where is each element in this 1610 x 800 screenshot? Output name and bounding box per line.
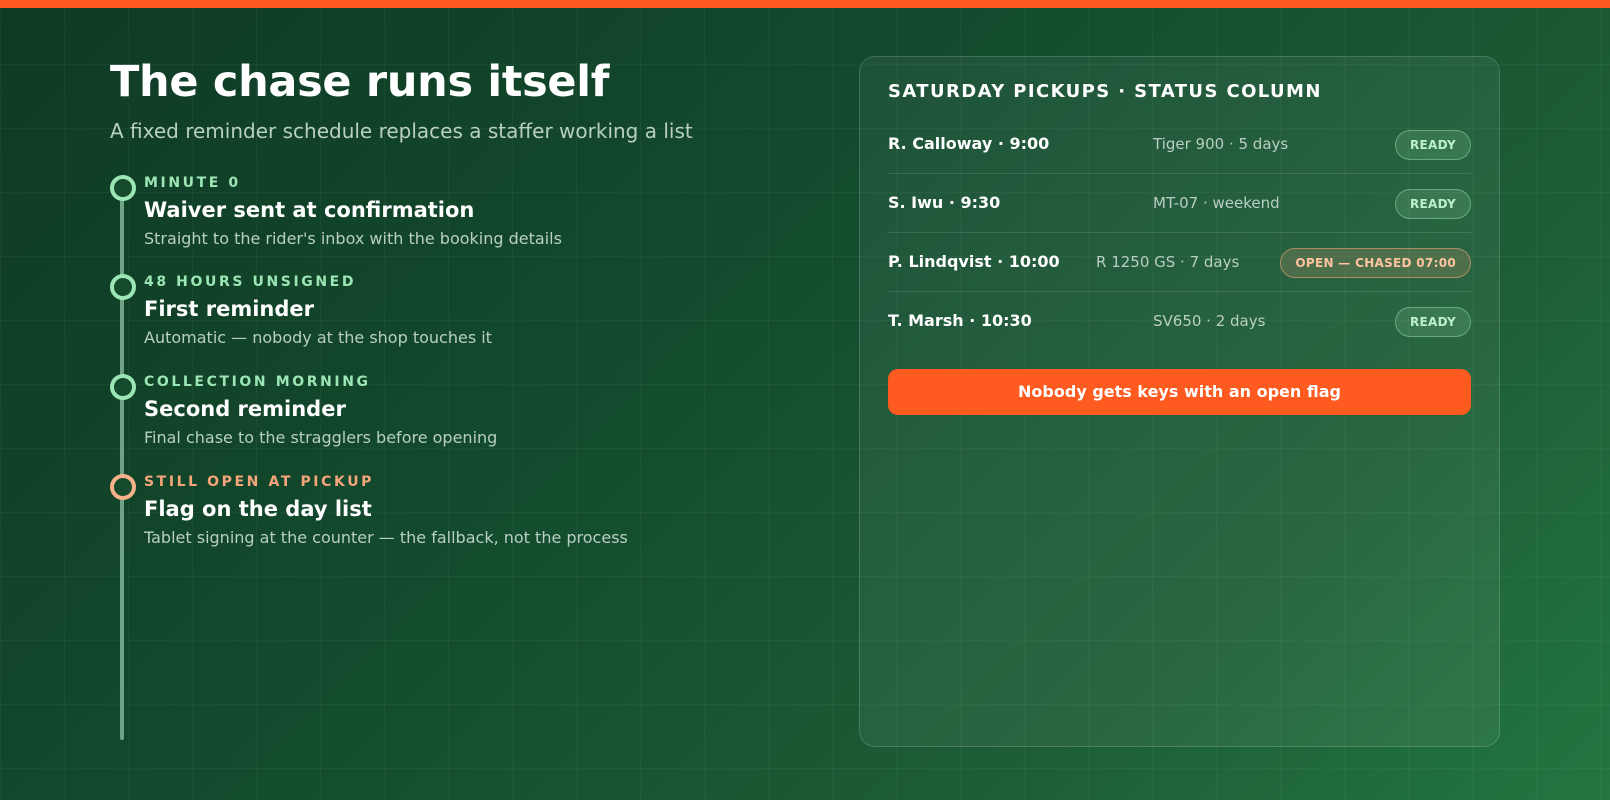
- bike-rental-duration: R 1250 GS · 7 days: [1096, 253, 1240, 271]
- rider-name-time: T. Marsh · 10:30: [888, 311, 1032, 330]
- step-title: Second reminder: [144, 397, 346, 421]
- reminder-timeline: MINUTE 0 Waiver sent at confirmation Str…: [110, 174, 770, 800]
- step-kicker: MINUTE 0: [144, 175, 241, 191]
- pickup-row[interactable]: T. Marsh · 10:30 SV650 · 2 days READY: [888, 292, 1471, 351]
- step-kicker: STILL OPEN AT PICKUP: [144, 474, 375, 490]
- bike-rental-duration: Tiger 900 · 5 days: [1153, 135, 1289, 153]
- step-description: Straight to the rider's inbox with the b…: [144, 229, 562, 248]
- step-title: First reminder: [144, 297, 315, 321]
- step-warning-circle-icon: [110, 474, 136, 500]
- bike-rental-duration: MT-07 · weekend: [1153, 194, 1280, 212]
- panel-heading: SATURDAY PICKUPS · STATUS COLUMN: [888, 81, 1322, 102]
- step-circle-icon: [110, 374, 136, 400]
- step-description: Automatic — nobody at the shop touches i…: [144, 328, 492, 347]
- open-flag-cta-button[interactable]: Nobody gets keys with an open flag: [888, 369, 1471, 415]
- page-title: The chase runs itself: [110, 57, 610, 107]
- pickup-row[interactable]: R. Calloway · 9:00 Tiger 900 · 5 days RE…: [888, 115, 1471, 174]
- status-badge: READY: [1394, 130, 1471, 160]
- page-subtitle: A fixed reminder schedule replaces a sta…: [110, 119, 693, 143]
- pickup-status-panel: SATURDAY PICKUPS · STATUS COLUMN R. Call…: [859, 56, 1500, 747]
- rider-name-time: R. Calloway · 9:00: [888, 134, 1050, 153]
- pickup-row[interactable]: P. Lindqvist · 10:00 R 1250 GS · 7 days …: [888, 233, 1471, 292]
- rider-name-time: S. Iwu · 9:30: [888, 193, 1001, 212]
- left-column: The chase runs itself A fixed reminder s…: [110, 56, 750, 740]
- step-title: Flag on the day list: [144, 497, 372, 521]
- bike-rental-duration: SV650 · 2 days: [1153, 312, 1266, 330]
- status-badge: READY: [1394, 189, 1471, 219]
- status-badge-open: OPEN — CHASED 07:00: [1280, 248, 1471, 278]
- step-circle-icon: [110, 175, 136, 201]
- timeline-line: [120, 182, 124, 740]
- status-badge: READY: [1394, 307, 1471, 337]
- step-description: Tablet signing at the counter — the fall…: [144, 528, 628, 547]
- step-kicker: COLLECTION MORNING: [144, 374, 371, 390]
- accent-top-bar: [0, 0, 1610, 8]
- step-title: Waiver sent at confirmation: [144, 198, 475, 222]
- step-circle-icon: [110, 274, 136, 300]
- rider-name-time: P. Lindqvist · 10:00: [888, 252, 1060, 271]
- step-kicker: 48 HOURS UNSIGNED: [144, 274, 357, 290]
- pickup-row[interactable]: S. Iwu · 9:30 MT-07 · weekend READY: [888, 174, 1471, 233]
- step-description: Final chase to the stragglers before ope…: [144, 428, 498, 447]
- pickup-list: R. Calloway · 9:00 Tiger 900 · 5 days RE…: [888, 115, 1471, 351]
